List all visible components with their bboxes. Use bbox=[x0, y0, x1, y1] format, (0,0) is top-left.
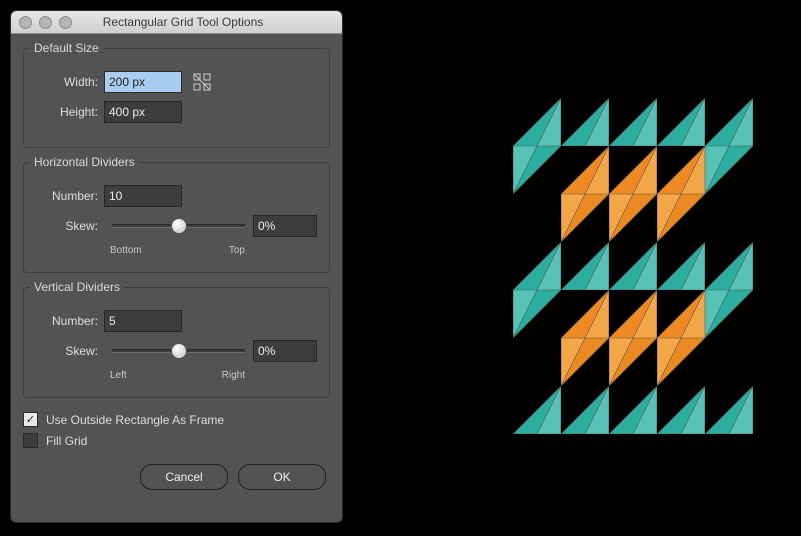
height-input[interactable] bbox=[104, 101, 182, 123]
v-skew-input[interactable] bbox=[253, 340, 317, 362]
h-number-input[interactable] bbox=[104, 185, 182, 207]
group-heading: Default Size bbox=[30, 41, 103, 55]
height-label: Height: bbox=[36, 105, 104, 119]
titlebar: Rectangular Grid Tool Options bbox=[11, 11, 342, 34]
use-outside-checkbox-row[interactable]: ✓ Use Outside Rectangle As Frame bbox=[23, 412, 330, 427]
checkbox-checked-icon[interactable]: ✓ bbox=[23, 412, 38, 427]
vertical-dividers-group: Vertical Dividers Number: Skew: Left Rig… bbox=[23, 287, 330, 398]
skew-label: Skew: bbox=[36, 344, 104, 358]
cancel-button[interactable]: Cancel bbox=[140, 464, 228, 490]
width-label: Width: bbox=[36, 75, 104, 89]
horizontal-dividers-group: Horizontal Dividers Number: Skew: Bottom… bbox=[23, 162, 330, 273]
group-heading: Vertical Dividers bbox=[30, 280, 124, 294]
skew-high-label: Right bbox=[222, 370, 245, 381]
h-skew-input[interactable] bbox=[253, 215, 317, 237]
width-input[interactable] bbox=[104, 71, 182, 93]
default-size-group: Default Size Width: Height: bbox=[23, 48, 330, 148]
grid-tool-options-dialog: Rectangular Grid Tool Options Default Si… bbox=[10, 10, 343, 523]
skew-label: Skew: bbox=[36, 219, 104, 233]
ok-button[interactable]: OK bbox=[238, 464, 326, 490]
checkbox-unchecked-icon[interactable] bbox=[23, 433, 38, 448]
fill-grid-checkbox-row[interactable]: Fill Grid bbox=[23, 433, 330, 448]
canvas-artwork bbox=[513, 98, 753, 458]
number-label: Number: bbox=[36, 189, 104, 203]
checkbox-label: Use Outside Rectangle As Frame bbox=[46, 413, 224, 427]
number-label: Number: bbox=[36, 314, 104, 328]
skew-low-label: Bottom bbox=[110, 245, 142, 256]
dialog-title: Rectangular Grid Tool Options bbox=[24, 15, 342, 29]
skew-high-label: Top bbox=[229, 245, 245, 256]
v-skew-slider[interactable] bbox=[112, 343, 245, 359]
checkbox-label: Fill Grid bbox=[46, 434, 87, 448]
skew-low-label: Left bbox=[110, 370, 127, 381]
reference-point-icon[interactable] bbox=[192, 72, 212, 92]
group-heading: Horizontal Dividers bbox=[30, 155, 139, 169]
h-skew-slider[interactable] bbox=[112, 218, 245, 234]
v-number-input[interactable] bbox=[104, 310, 182, 332]
